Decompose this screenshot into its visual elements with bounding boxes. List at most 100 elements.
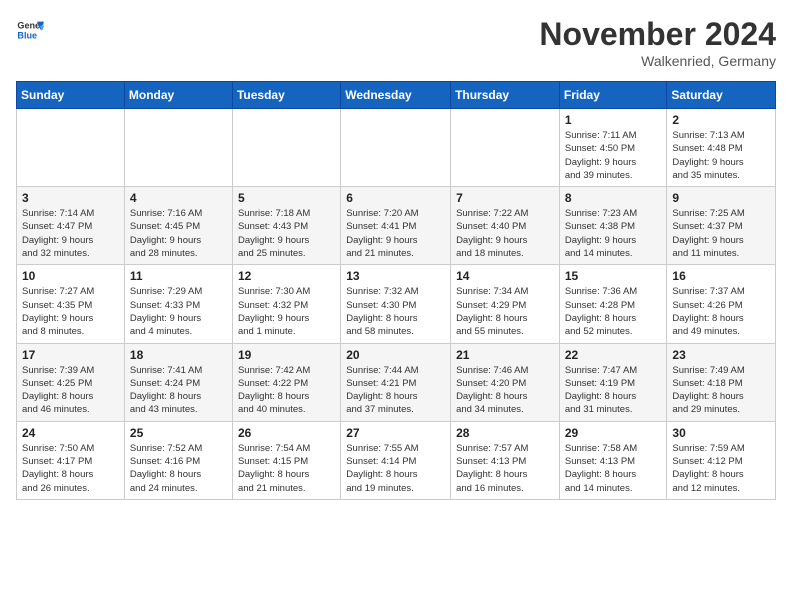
day-number: 6 — [346, 191, 445, 205]
calendar-week-row: 1 Sunrise: 7:11 AM Sunset: 4:50 PM Daylig… — [17, 109, 776, 187]
day-number: 26 — [238, 426, 335, 440]
day-number: 22 — [565, 348, 662, 362]
calendar-week-row: 3 Sunrise: 7:14 AM Sunset: 4:47 PM Daylig… — [17, 187, 776, 265]
day-number: 23 — [672, 348, 770, 362]
calendar-day-cell: 20 Sunrise: 7:44 AM Sunset: 4:21 PM Dayli… — [341, 343, 451, 421]
calendar-day-cell: 14 Sunrise: 7:34 AM Sunset: 4:29 PM Dayli… — [451, 265, 560, 343]
day-number: 3 — [22, 191, 119, 205]
day-number: 17 — [22, 348, 119, 362]
day-info: Sunrise: 7:34 AM Sunset: 4:29 PM Dayligh… — [456, 285, 554, 338]
day-info: Sunrise: 7:23 AM Sunset: 4:38 PM Dayligh… — [565, 207, 662, 260]
day-number: 9 — [672, 191, 770, 205]
logo-icon: General Blue — [16, 16, 44, 44]
calendar-day-cell: 3 Sunrise: 7:14 AM Sunset: 4:47 PM Daylig… — [17, 187, 125, 265]
day-info: Sunrise: 7:46 AM Sunset: 4:20 PM Dayligh… — [456, 364, 554, 417]
day-number: 15 — [565, 269, 662, 283]
day-info: Sunrise: 7:52 AM Sunset: 4:16 PM Dayligh… — [130, 442, 227, 495]
calendar-day-cell: 24Sunrise: 7:50 AM Sunset: 4:17 PM Dayli… — [17, 421, 125, 499]
day-number: 28 — [456, 426, 554, 440]
calendar-day-cell — [124, 109, 232, 187]
calendar-day-header: Wednesday — [341, 82, 451, 109]
day-number: 14 — [456, 269, 554, 283]
day-info: Sunrise: 7:54 AM Sunset: 4:15 PM Dayligh… — [238, 442, 335, 495]
day-info: Sunrise: 7:29 AM Sunset: 4:33 PM Dayligh… — [130, 285, 227, 338]
calendar-header-row: SundayMondayTuesdayWednesdayThursdayFrid… — [17, 82, 776, 109]
day-info: Sunrise: 7:37 AM Sunset: 4:26 PM Dayligh… — [672, 285, 770, 338]
day-info: Sunrise: 7:36 AM Sunset: 4:28 PM Dayligh… — [565, 285, 662, 338]
calendar-day-cell: 22 Sunrise: 7:47 AM Sunset: 4:19 PM Dayli… — [559, 343, 667, 421]
calendar-day-cell — [451, 109, 560, 187]
calendar-day-cell: 12 Sunrise: 7:30 AM Sunset: 4:32 PM Dayli… — [232, 265, 340, 343]
calendar-day-cell: 17 Sunrise: 7:39 AM Sunset: 4:25 PM Dayli… — [17, 343, 125, 421]
day-info: Sunrise: 7:47 AM Sunset: 4:19 PM Dayligh… — [565, 364, 662, 417]
day-info: Sunrise: 7:20 AM Sunset: 4:41 PM Dayligh… — [346, 207, 445, 260]
day-info: Sunrise: 7:32 AM Sunset: 4:30 PM Dayligh… — [346, 285, 445, 338]
day-number: 16 — [672, 269, 770, 283]
calendar-week-row: 24Sunrise: 7:50 AM Sunset: 4:17 PM Dayli… — [17, 421, 776, 499]
day-number: 12 — [238, 269, 335, 283]
day-info: Sunrise: 7:42 AM Sunset: 4:22 PM Dayligh… — [238, 364, 335, 417]
day-info: Sunrise: 7:16 AM Sunset: 4:45 PM Dayligh… — [130, 207, 227, 260]
day-info: Sunrise: 7:39 AM Sunset: 4:25 PM Dayligh… — [22, 364, 119, 417]
calendar-day-cell: 10 Sunrise: 7:27 AM Sunset: 4:35 PM Dayli… — [17, 265, 125, 343]
day-number: 8 — [565, 191, 662, 205]
day-info: Sunrise: 7:55 AM Sunset: 4:14 PM Dayligh… — [346, 442, 445, 495]
day-number: 1 — [565, 113, 662, 127]
calendar-day-cell: 8 Sunrise: 7:23 AM Sunset: 4:38 PM Daylig… — [559, 187, 667, 265]
day-info: Sunrise: 7:57 AM Sunset: 4:13 PM Dayligh… — [456, 442, 554, 495]
calendar-day-header: Sunday — [17, 82, 125, 109]
day-info: Sunrise: 7:11 AM Sunset: 4:50 PM Dayligh… — [565, 129, 662, 182]
month-title: November 2024 — [539, 16, 776, 53]
day-number: 13 — [346, 269, 445, 283]
calendar-table: SundayMondayTuesdayWednesdayThursdayFrid… — [16, 81, 776, 500]
day-number: 21 — [456, 348, 554, 362]
day-info: Sunrise: 7:14 AM Sunset: 4:47 PM Dayligh… — [22, 207, 119, 260]
calendar-day-cell: 28 Sunrise: 7:57 AM Sunset: 4:13 PM Dayli… — [451, 421, 560, 499]
day-info: Sunrise: 7:25 AM Sunset: 4:37 PM Dayligh… — [672, 207, 770, 260]
day-number: 5 — [238, 191, 335, 205]
calendar-day-header: Saturday — [667, 82, 776, 109]
day-number: 29 — [565, 426, 662, 440]
calendar-day-cell: 2Sunrise: 7:13 AM Sunset: 4:48 PM Daylig… — [667, 109, 776, 187]
calendar-week-row: 17 Sunrise: 7:39 AM Sunset: 4:25 PM Dayli… — [17, 343, 776, 421]
day-info: Sunrise: 7:59 AM Sunset: 4:12 PM Dayligh… — [672, 442, 770, 495]
calendar-day-header: Friday — [559, 82, 667, 109]
calendar-day-cell: 5 Sunrise: 7:18 AM Sunset: 4:43 PM Daylig… — [232, 187, 340, 265]
day-info: Sunrise: 7:18 AM Sunset: 4:43 PM Dayligh… — [238, 207, 335, 260]
calendar-day-cell: 21 Sunrise: 7:46 AM Sunset: 4:20 PM Dayli… — [451, 343, 560, 421]
location: Walkenried, Germany — [539, 53, 776, 69]
day-number: 27 — [346, 426, 445, 440]
day-number: 24 — [22, 426, 119, 440]
day-number: 25 — [130, 426, 227, 440]
calendar-day-cell: 7Sunrise: 7:22 AM Sunset: 4:40 PM Daylig… — [451, 187, 560, 265]
calendar-day-cell: 27 Sunrise: 7:55 AM Sunset: 4:14 PM Dayli… — [341, 421, 451, 499]
day-number: 19 — [238, 348, 335, 362]
calendar-day-cell: 19 Sunrise: 7:42 AM Sunset: 4:22 PM Dayli… — [232, 343, 340, 421]
calendar-day-cell: 11 Sunrise: 7:29 AM Sunset: 4:33 PM Dayli… — [124, 265, 232, 343]
calendar-day-cell: 15 Sunrise: 7:36 AM Sunset: 4:28 PM Dayli… — [559, 265, 667, 343]
day-number: 11 — [130, 269, 227, 283]
calendar-day-cell: 25 Sunrise: 7:52 AM Sunset: 4:16 PM Dayli… — [124, 421, 232, 499]
calendar-day-cell — [341, 109, 451, 187]
calendar-day-cell: 29 Sunrise: 7:58 AM Sunset: 4:13 PM Dayli… — [559, 421, 667, 499]
calendar-day-cell — [232, 109, 340, 187]
day-number: 4 — [130, 191, 227, 205]
day-number: 10 — [22, 269, 119, 283]
calendar-day-cell — [17, 109, 125, 187]
day-info: Sunrise: 7:30 AM Sunset: 4:32 PM Dayligh… — [238, 285, 335, 338]
day-info: Sunrise: 7:27 AM Sunset: 4:35 PM Dayligh… — [22, 285, 119, 338]
calendar-day-cell: 13 Sunrise: 7:32 AM Sunset: 4:30 PM Dayli… — [341, 265, 451, 343]
day-info: Sunrise: 7:41 AM Sunset: 4:24 PM Dayligh… — [130, 364, 227, 417]
day-info: Sunrise: 7:22 AM Sunset: 4:40 PM Dayligh… — [456, 207, 554, 260]
day-number: 18 — [130, 348, 227, 362]
calendar-day-cell: 1 Sunrise: 7:11 AM Sunset: 4:50 PM Daylig… — [559, 109, 667, 187]
calendar-day-cell: 23Sunrise: 7:49 AM Sunset: 4:18 PM Dayli… — [667, 343, 776, 421]
day-number: 30 — [672, 426, 770, 440]
logo: General Blue — [16, 16, 44, 44]
day-number: 20 — [346, 348, 445, 362]
day-info: Sunrise: 7:58 AM Sunset: 4:13 PM Dayligh… — [565, 442, 662, 495]
day-info: Sunrise: 7:44 AM Sunset: 4:21 PM Dayligh… — [346, 364, 445, 417]
calendar-day-header: Tuesday — [232, 82, 340, 109]
calendar-day-header: Monday — [124, 82, 232, 109]
day-number: 2 — [672, 113, 770, 127]
